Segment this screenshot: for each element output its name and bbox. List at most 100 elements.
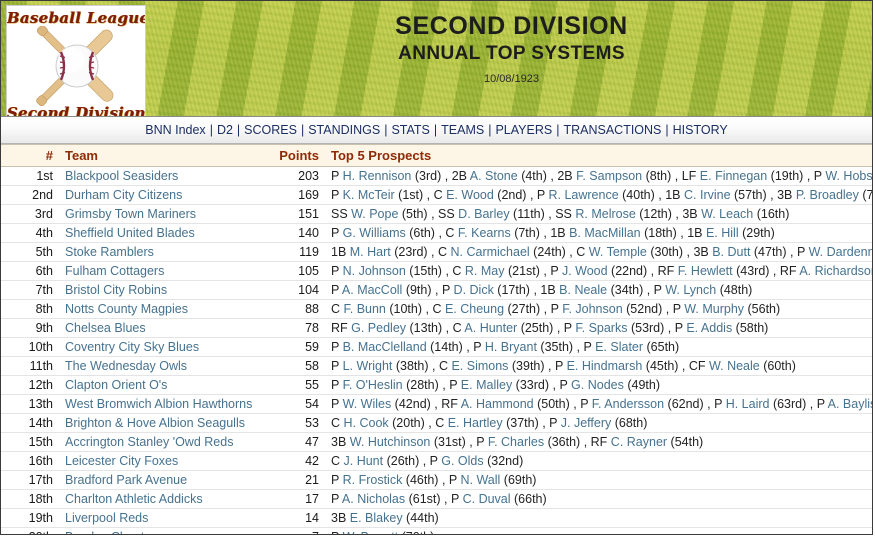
prospect-player-link[interactable]: H. Cook bbox=[344, 416, 389, 430]
team-link[interactable]: Bristol City Robins bbox=[65, 283, 167, 297]
nav-item-transactions[interactable]: TRANSACTIONS bbox=[562, 123, 662, 137]
table-row: 13th West Bromwich Albion Hawthorns 54 P W.… bbox=[1, 394, 872, 414]
prospect-player-link[interactable]: L. Wright bbox=[343, 359, 393, 373]
prospect-player-link[interactable]: R. May bbox=[465, 264, 505, 278]
prospect-player-link[interactable]: W. Dardenne bbox=[809, 245, 872, 259]
nav-item-standings[interactable]: STANDINGS bbox=[307, 123, 381, 137]
prospect-player-link[interactable]: E. Simons bbox=[451, 359, 508, 373]
nav-item-bnn-index[interactable]: BNN Index bbox=[144, 123, 206, 137]
prospect-player-link[interactable]: F. Charles bbox=[488, 435, 544, 449]
team-link[interactable]: West Bromwich Albion Hawthorns bbox=[65, 397, 252, 411]
prospect-player-link[interactable]: J. Wood bbox=[562, 264, 608, 278]
prospect-player-link[interactable]: W. Temple bbox=[589, 245, 647, 259]
prospect-player-link[interactable]: F. Johnson bbox=[562, 302, 622, 316]
prospect-player-link[interactable]: J. Jeffery bbox=[561, 416, 611, 430]
prospect-player-link[interactable]: R. Melrose bbox=[575, 207, 635, 221]
prospect-player-link[interactable]: A. Nicholas bbox=[342, 492, 405, 506]
prospect-player-link[interactable]: E. Blakey bbox=[350, 511, 403, 525]
prospect-player-link[interactable]: A. Richardson bbox=[799, 264, 872, 278]
nav-item-scores[interactable]: SCORES bbox=[243, 123, 298, 137]
prospect-player-link[interactable]: F. Hewlett bbox=[678, 264, 733, 278]
prospect-player-link[interactable]: B. Neale bbox=[559, 283, 607, 297]
nav-item-d2[interactable]: D2 bbox=[216, 123, 234, 137]
prospect-player-link[interactable]: A. Stone bbox=[470, 169, 518, 183]
prospect-player-link[interactable]: W. Leach bbox=[701, 207, 753, 221]
team-link[interactable]: Durham City Citizens bbox=[65, 188, 182, 202]
prospect-player-link[interactable]: W. Neale bbox=[709, 359, 760, 373]
team-link[interactable]: Grimsby Town Mariners bbox=[65, 207, 196, 221]
prospect-player-link[interactable]: N. Carmichael bbox=[451, 245, 530, 259]
nav-item-history[interactable]: HISTORY bbox=[672, 123, 729, 137]
prospect-player-link[interactable]: W. Murphy bbox=[684, 302, 744, 316]
team-link[interactable]: Burnley Clarets bbox=[65, 530, 150, 534]
prospect-player-link[interactable]: C. Irvine bbox=[684, 188, 731, 202]
prospect-player-link[interactable]: H. Bryant bbox=[485, 340, 537, 354]
prospect-player-link[interactable]: C. Duval bbox=[463, 492, 511, 506]
prospect-player-link[interactable]: F. O'Heslin bbox=[343, 378, 403, 392]
prospect-player-link[interactable]: M. Hart bbox=[350, 245, 391, 259]
team-link[interactable]: Clapton Orient O's bbox=[65, 378, 167, 392]
prospect-player-link[interactable]: J. Hunt bbox=[344, 454, 384, 468]
prospect-player-link[interactable]: E. Hindmarsh bbox=[567, 359, 643, 373]
main-navigation[interactable]: BNN Index | D2 | SCORES | STANDINGS | STATS | TEAM… bbox=[1, 116, 872, 144]
prospect-player-link[interactable]: G. Olds bbox=[441, 454, 483, 468]
team-link[interactable]: Leicester City Foxes bbox=[65, 454, 178, 468]
prospect-player-link[interactable]: K. McTeir bbox=[343, 188, 395, 202]
team-link[interactable]: Liverpool Reds bbox=[65, 511, 148, 525]
prospect-player-link[interactable]: C. Rayner bbox=[611, 435, 667, 449]
prospect-player-link[interactable]: B. Dutt bbox=[712, 245, 750, 259]
prospect-player-link[interactable]: E. Hartley bbox=[448, 416, 503, 430]
nav-item-players[interactable]: PLAYERS bbox=[494, 123, 553, 137]
prospect-player-link[interactable]: A. Hammond bbox=[461, 397, 534, 411]
prospect-player-link[interactable]: G. Nodes bbox=[571, 378, 624, 392]
team-link[interactable]: Coventry City Sky Blues bbox=[65, 340, 199, 354]
team-link[interactable]: Fulham Cottagers bbox=[65, 264, 164, 278]
prospect-player-link[interactable]: W. Wiles bbox=[343, 397, 392, 411]
prospect-player-link[interactable]: H. Laird bbox=[726, 397, 770, 411]
team-link[interactable]: Charlton Athletic Addicks bbox=[65, 492, 203, 506]
nav-item-teams[interactable]: TEAMS bbox=[440, 123, 485, 137]
prospect-player-link[interactable]: W. Barrett bbox=[343, 530, 399, 534]
prospect-player-link[interactable]: F. Kearns bbox=[458, 226, 511, 240]
prospect-player-link[interactable]: A. Bayliss bbox=[828, 397, 872, 411]
prospect-player-link[interactable]: G. Pedley bbox=[351, 321, 406, 335]
prospect-player-link[interactable]: N. Wall bbox=[460, 473, 500, 487]
team-link[interactable]: Sheffield United Blades bbox=[65, 226, 195, 240]
prospect-player-link[interactable]: A. Hunter bbox=[464, 321, 517, 335]
prospect-player-link[interactable]: F. Sampson bbox=[576, 169, 642, 183]
prospect-player-link[interactable]: W. Lynch bbox=[665, 283, 716, 297]
prospect-player-link[interactable]: D. Barley bbox=[458, 207, 509, 221]
prospect-player-link[interactable]: W. Hobson bbox=[825, 169, 872, 183]
prospect-player-link[interactable]: E. Hill bbox=[706, 226, 739, 240]
prospect-player-link[interactable]: B. MacClelland bbox=[343, 340, 427, 354]
prospect-player-link[interactable]: F. Bunn bbox=[344, 302, 386, 316]
prospect-player-link[interactable]: H. Rennison bbox=[343, 169, 412, 183]
prospect-player-link[interactable]: G. Williams bbox=[343, 226, 406, 240]
prospect-player-link[interactable]: E. Slater bbox=[595, 340, 643, 354]
prospect-player-link[interactable]: D. Dick bbox=[454, 283, 494, 297]
prospect-player-link[interactable]: F. Andersson bbox=[592, 397, 664, 411]
team-link[interactable]: Chelsea Blues bbox=[65, 321, 146, 335]
prospect-player-link[interactable]: E. Addis bbox=[686, 321, 732, 335]
team-link[interactable]: Notts County Magpies bbox=[65, 302, 188, 316]
prospect-player-link[interactable]: A. MacColl bbox=[342, 283, 402, 297]
team-link[interactable]: Bradford Park Avenue bbox=[65, 473, 187, 487]
prospect-player-link[interactable]: R. Lawrence bbox=[548, 188, 618, 202]
team-link[interactable]: Accrington Stanley 'Owd Reds bbox=[65, 435, 233, 449]
nav-item-stats[interactable]: STATS bbox=[390, 123, 430, 137]
team-link[interactable]: Brighton & Hove Albion Seagulls bbox=[65, 416, 245, 430]
prospect-player-link[interactable]: B. MacMillan bbox=[569, 226, 641, 240]
prospect-player-link[interactable]: W. Pope bbox=[351, 207, 398, 221]
prospect-player-link[interactable]: R. Frostick bbox=[343, 473, 403, 487]
team-link[interactable]: Stoke Ramblers bbox=[65, 245, 154, 259]
prospect-player-link[interactable]: E. Finnegan bbox=[700, 169, 767, 183]
prospect-player-link[interactable]: P. Broadley bbox=[796, 188, 859, 202]
prospect-player-link[interactable]: E. Cheung bbox=[445, 302, 504, 316]
prospect-player-link[interactable]: F. Sparks bbox=[575, 321, 627, 335]
prospect-player-link[interactable]: E. Wood bbox=[446, 188, 494, 202]
prospect-player-link[interactable]: N. Johnson bbox=[343, 264, 406, 278]
prospect-player-link[interactable]: E. Malley bbox=[461, 378, 512, 392]
prospect-player-link[interactable]: W. Hutchinson bbox=[350, 435, 431, 449]
team-link[interactable]: Blackpool Seasiders bbox=[65, 169, 178, 183]
team-link[interactable]: The Wednesday Owls bbox=[65, 359, 187, 373]
